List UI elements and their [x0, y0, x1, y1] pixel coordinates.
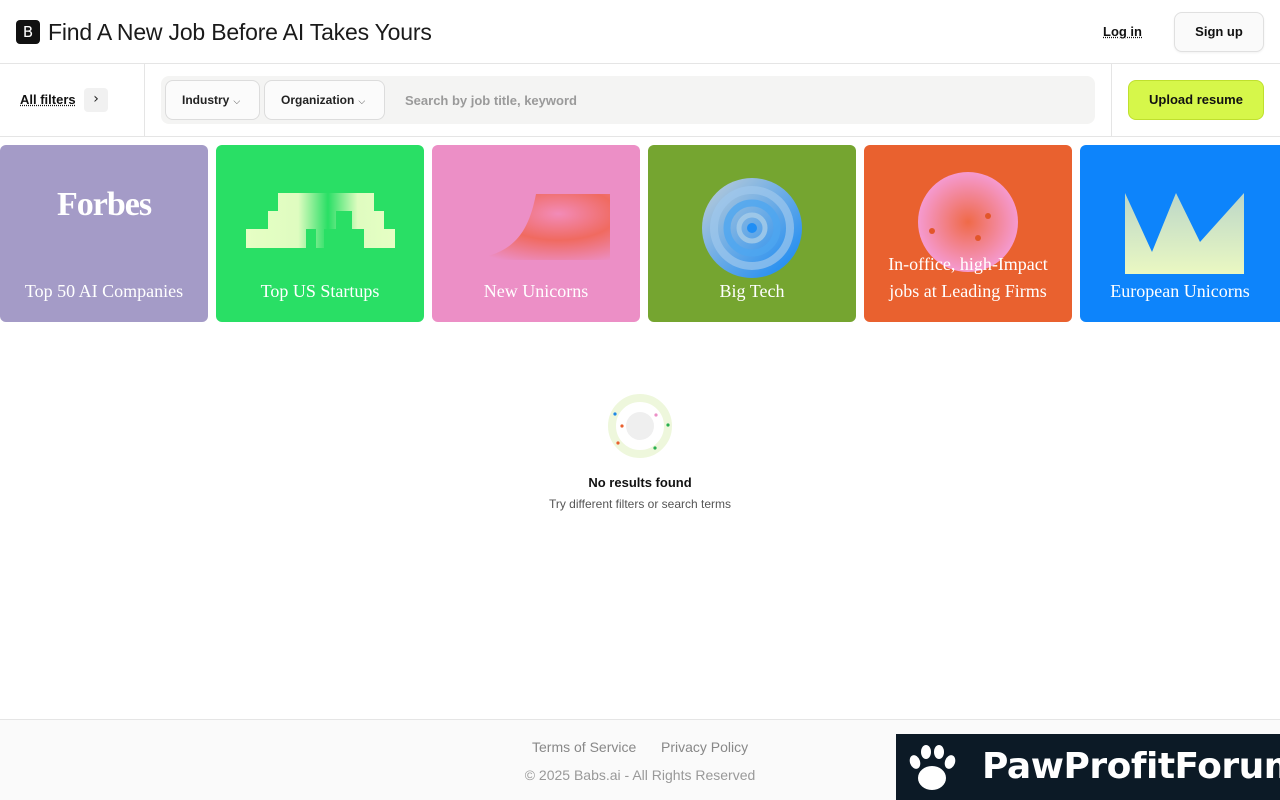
terms-link[interactable]: Terms of Service [532, 738, 636, 756]
top-header: B Find A New Job Before AI Takes Yours L… [0, 0, 1280, 64]
card-label-line1: In-office, high-Impact [888, 254, 1048, 274]
organization-dropdown-label: Organization [281, 93, 355, 107]
chevron-right-icon[interactable]: › [84, 88, 108, 112]
card-label: New Unicorns [483, 281, 589, 301]
card-label: European Unicorns [1110, 281, 1250, 301]
search-input[interactable] [397, 80, 1087, 120]
divider [144, 64, 145, 137]
upload-resume-button[interactable]: Upload resume [1128, 80, 1264, 120]
signup-button[interactable]: Sign up [1174, 12, 1264, 52]
collection-card-new-unicorns[interactable]: New Unicorns [432, 145, 640, 322]
industry-dropdown[interactable]: Industry ⌵ [165, 80, 260, 120]
collection-card-top-ai[interactable]: Forbes Top 50 AI Companies [0, 145, 208, 322]
chevron-down-icon: ⌵ [233, 97, 241, 107]
collection-card-big-tech[interactable]: Big Tech [648, 145, 856, 322]
collection-card-in-office[interactable]: In-office, high-Impact jobs at Leading F… [864, 145, 1072, 322]
login-link[interactable]: Log in [1103, 23, 1142, 41]
collection-card-european-unicorns[interactable]: European Unicorns [1080, 145, 1280, 322]
collection-card-us-startups[interactable]: Top US Startups [216, 145, 424, 322]
logo[interactable]: B [16, 20, 40, 44]
page-title: Find A New Job Before AI Takes Yours [48, 19, 432, 45]
privacy-link[interactable]: Privacy Policy [661, 738, 748, 756]
card-label: Top US Startups [260, 281, 380, 301]
watermark-text: PawProfitForum [982, 746, 1280, 787]
empty-state-subtitle: Try different filters or search terms [548, 497, 732, 511]
filter-bar: All filters › Industry⌵ Organization⌵ Up… [0, 64, 1280, 137]
empty-results-icon [608, 394, 672, 458]
forbes-logo: Forbes [56, 186, 152, 223]
card-label: Top 50 AI Companies [24, 281, 184, 301]
card-label-line2: jobs at Leading Firms [889, 281, 1047, 301]
all-filters-link[interactable]: All filters [20, 91, 76, 109]
organization-dropdown[interactable]: Organization ⌵ [264, 80, 385, 120]
chevron-down-icon: ⌵ [358, 97, 366, 107]
empty-state-title: No results found [588, 475, 692, 490]
paw-icon [909, 745, 956, 790]
industry-dropdown-label: Industry [182, 93, 230, 107]
card-label: Big Tech [719, 281, 785, 301]
divider [1111, 64, 1112, 137]
search-bar: Industry ⌵ Organization ⌵ [161, 76, 1095, 124]
watermark-badge: PawProfitForum [896, 734, 1280, 800]
